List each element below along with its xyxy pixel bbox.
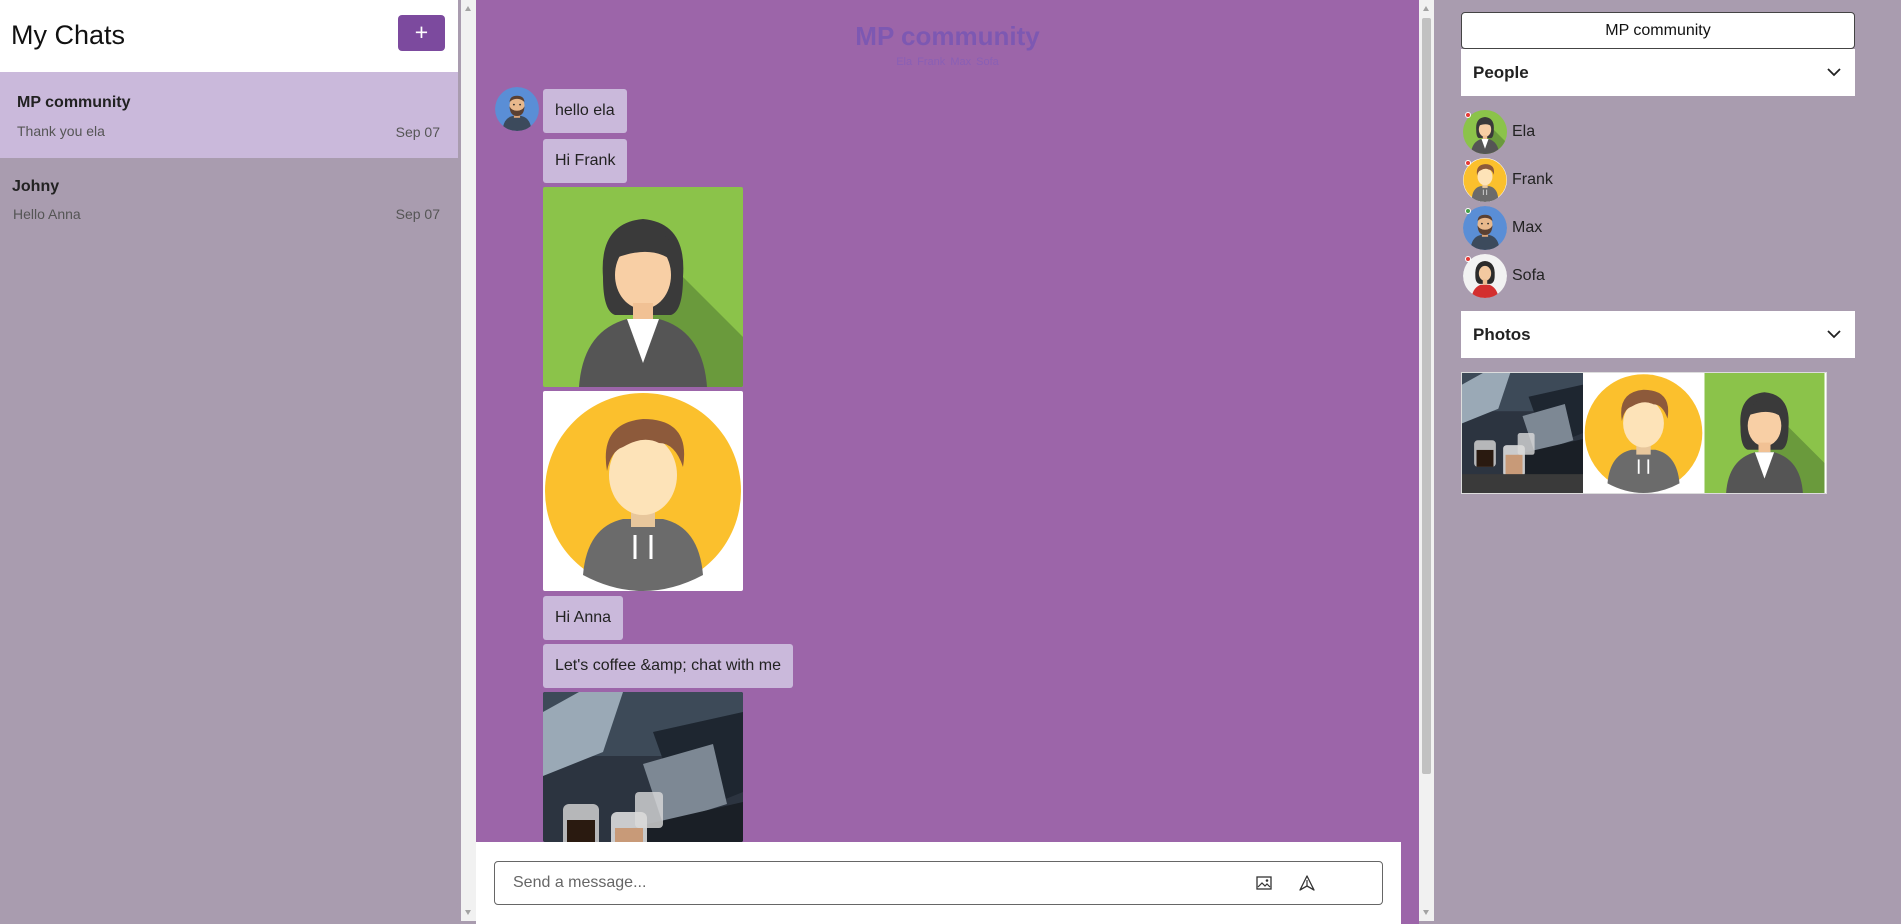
photo-thumbnail-woman-avatar[interactable]	[1704, 373, 1825, 493]
status-indicator	[1465, 112, 1471, 118]
status-indicator	[1465, 256, 1471, 262]
scroll-up-arrow-icon[interactable]	[465, 6, 471, 11]
attach-image-icon[interactable]	[1256, 876, 1272, 890]
chevron-down-icon	[1827, 330, 1841, 339]
people-section-title: People	[1473, 63, 1529, 82]
group-name-button[interactable]: MP community	[1461, 12, 1855, 49]
person-item[interactable]: Frank	[1461, 156, 1855, 204]
chat-list-item[interactable]: MP community Thank you ela Sep 07	[0, 72, 458, 158]
chat-date: Sep 07	[395, 206, 440, 222]
people-accordion-header[interactable]: People	[1461, 49, 1855, 96]
chat-details-panel: MP community People Ela Frank Max Sofa P…	[1434, 0, 1901, 924]
photo-thumbnail-man-avatar[interactable]	[1583, 373, 1704, 493]
scroll-thumb[interactable]	[1422, 18, 1431, 774]
message-bubble[interactable]: Hi Frank	[543, 139, 628, 183]
scroll-down-arrow-icon[interactable]	[1423, 910, 1429, 915]
message-bubble[interactable]: hello ela	[543, 89, 627, 133]
chat-list-scrollbar[interactable]	[461, 0, 476, 921]
scroll-down-arrow-icon[interactable]	[465, 910, 471, 915]
message-input[interactable]	[494, 861, 1383, 905]
chat-last-message: Hello Anna	[13, 206, 81, 222]
conversation-panel: MP community Ela Frank Max Sofa hello el…	[476, 0, 1419, 924]
conversation-scrollbar[interactable]	[1419, 0, 1434, 921]
new-chat-button[interactable]: +	[398, 15, 445, 51]
photos-section-title: Photos	[1473, 325, 1531, 344]
chat-last-message: Thank you ela	[17, 123, 105, 139]
person-item[interactable]: Max	[1461, 204, 1855, 252]
shared-photos-grid	[1461, 372, 1827, 494]
chat-name: Johny	[12, 178, 60, 195]
conversation-title: MP community	[855, 21, 1040, 51]
person-name: Max	[1512, 219, 1543, 236]
person-name: Frank	[1512, 171, 1553, 188]
chat-list-panel: My Chats + MP community Thank you ela Se…	[0, 0, 458, 921]
message-composer	[476, 842, 1401, 924]
person-name: Sofa	[1512, 267, 1545, 284]
chat-name: MP community	[17, 94, 131, 111]
chat-list-item[interactable]: Johny Hello Anna Sep 07	[0, 158, 458, 244]
send-icon[interactable]	[1299, 875, 1315, 891]
photo-thumbnail-coffee[interactable]	[1462, 373, 1583, 493]
sender-avatar[interactable]	[495, 87, 539, 131]
chat-list-header: My Chats +	[0, 0, 458, 72]
scroll-up-arrow-icon[interactable]	[1423, 6, 1429, 11]
status-indicator	[1465, 160, 1471, 166]
message-bubble[interactable]: Hi Anna	[543, 596, 624, 640]
message-image-coffee-photo[interactable]	[543, 692, 743, 842]
message-image-woman-avatar[interactable]	[543, 187, 743, 387]
message-image-man-avatar[interactable]	[543, 391, 743, 591]
status-indicator	[1465, 208, 1471, 214]
person-name: Ela	[1512, 123, 1536, 140]
conversation-members: Ela Frank Max Sofa	[896, 56, 999, 68]
person-item[interactable]: Sofa	[1461, 252, 1855, 300]
photos-accordion-header[interactable]: Photos	[1461, 311, 1855, 358]
chat-date: Sep 07	[395, 124, 440, 140]
person-item[interactable]: Ela	[1461, 108, 1855, 156]
message-bubble[interactable]: Let's coffee &amp; chat with me	[543, 644, 793, 688]
chat-list-title: My Chats	[11, 20, 126, 50]
chevron-down-icon	[1827, 68, 1841, 77]
